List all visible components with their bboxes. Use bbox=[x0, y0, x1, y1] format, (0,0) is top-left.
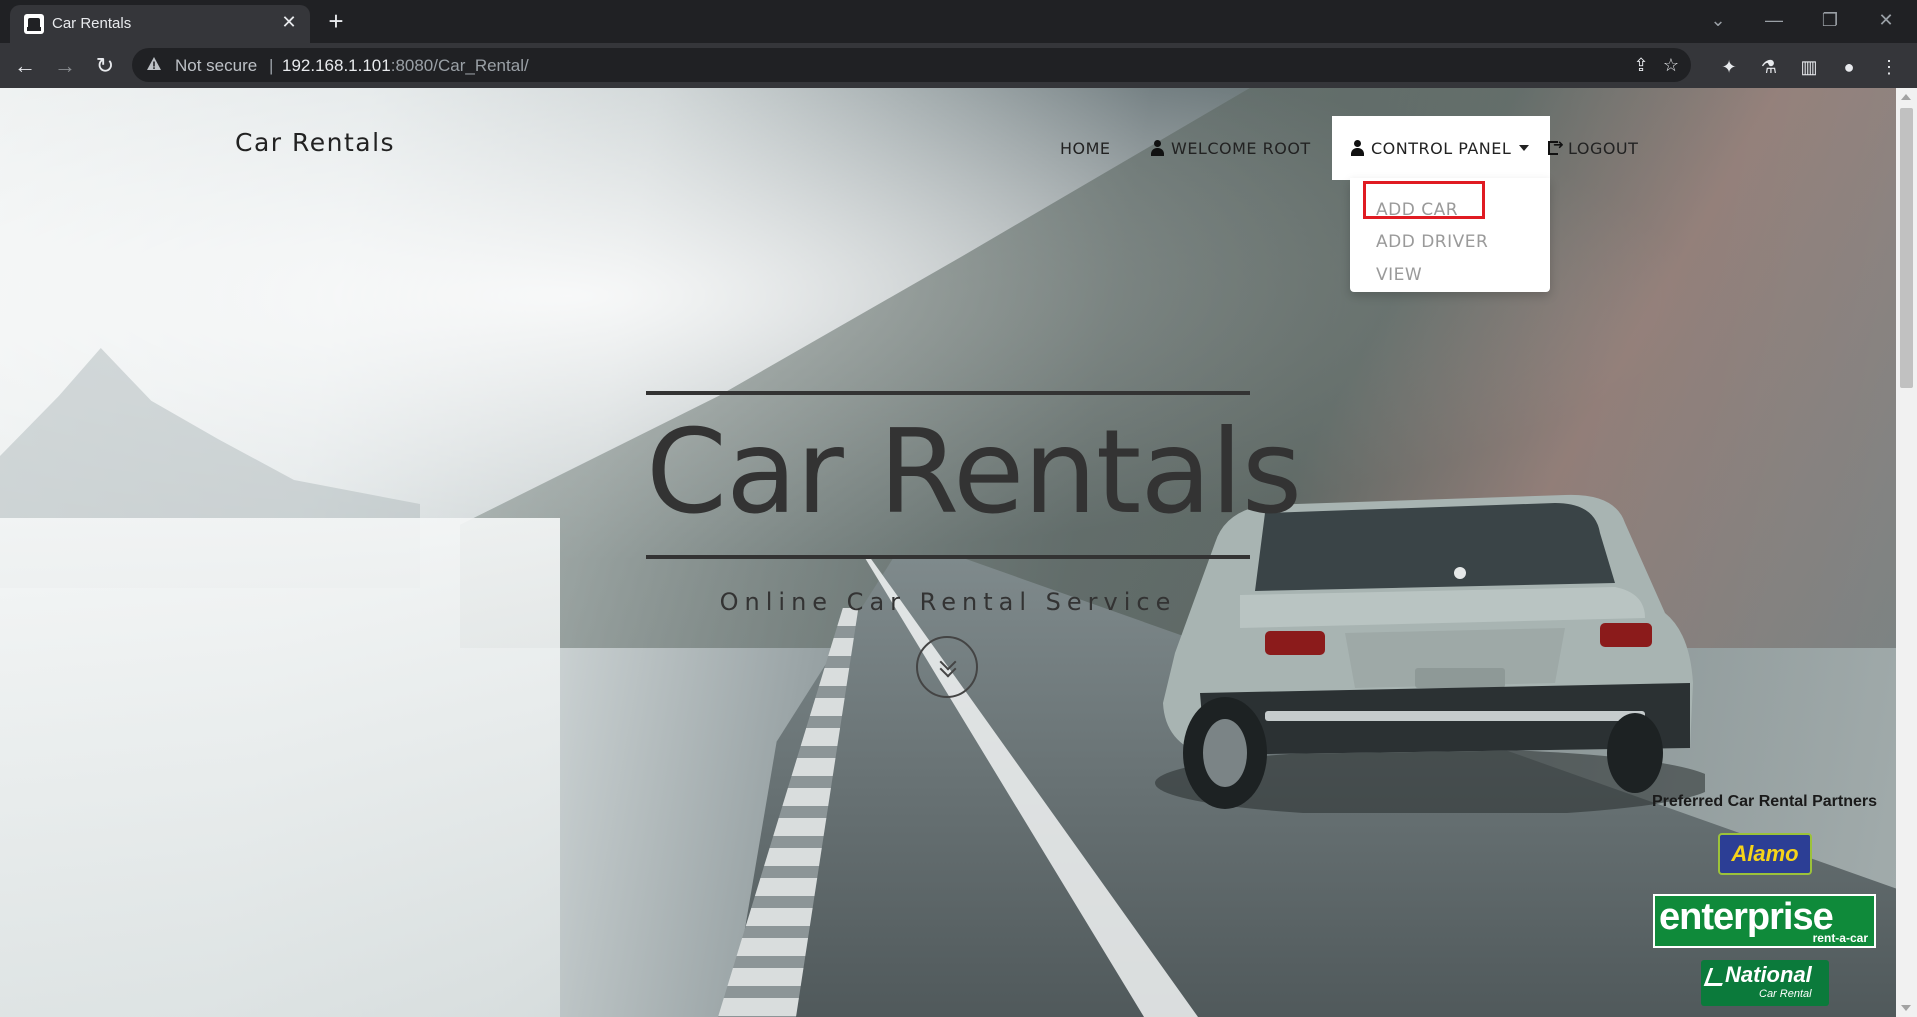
back-icon[interactable]: ← bbox=[10, 51, 40, 81]
profile-avatar-icon[interactable]: ● bbox=[1838, 56, 1860, 78]
tab-search-icon[interactable]: ⌄ bbox=[1698, 6, 1738, 34]
scrollbar-thumb[interactable] bbox=[1900, 108, 1913, 388]
scroll-up-arrow-icon[interactable] bbox=[1901, 94, 1911, 100]
hero-divider-bottom bbox=[646, 555, 1250, 559]
national-logo[interactable]: National Car Rental bbox=[1701, 960, 1829, 1006]
nav-home-link[interactable]: HOME bbox=[1060, 116, 1111, 180]
car-favicon-icon bbox=[24, 14, 44, 34]
window-close-icon[interactable]: ✕ bbox=[1866, 6, 1906, 34]
scroll-down-chevron-icon[interactable] bbox=[916, 636, 978, 698]
nav-home-label: HOME bbox=[1060, 138, 1111, 158]
nav-welcome-link[interactable]: WELCOME ROOT bbox=[1150, 116, 1311, 180]
address-bar[interactable]: Not secure | 192.168.1.101:8080/Car_Rent… bbox=[132, 48, 1691, 82]
user-icon bbox=[1350, 140, 1365, 156]
user-icon bbox=[1150, 140, 1165, 156]
scroll-down-arrow-icon[interactable] bbox=[1901, 1005, 1911, 1011]
national-logo-text: National bbox=[1725, 962, 1812, 987]
logout-icon bbox=[1548, 138, 1564, 155]
minimize-icon[interactable]: — bbox=[1754, 6, 1794, 34]
nav-logout-link[interactable]: LOGOUT bbox=[1548, 116, 1638, 180]
browser-tab-bar: Car Rentals ✕ + ⌄ — ❐ ✕ bbox=[0, 0, 1917, 43]
enterprise-logo-subtext: rent-a-car bbox=[1812, 931, 1868, 945]
enterprise-logo-text: enterprise bbox=[1659, 896, 1834, 938]
side-panel-icon[interactable]: ▥ bbox=[1798, 56, 1820, 78]
browser-tab[interactable]: Car Rentals ✕ bbox=[10, 5, 310, 43]
menu-item-add-driver[interactable]: ADD DRIVER bbox=[1376, 232, 1488, 252]
nav-welcome-label: WELCOME ROOT bbox=[1171, 138, 1311, 158]
reload-icon[interactable]: ↻ bbox=[90, 51, 120, 81]
separator: | bbox=[269, 56, 274, 75]
extensions-icon[interactable]: ✦ bbox=[1718, 56, 1740, 78]
enterprise-logo[interactable]: enterprise rent-a-car bbox=[1653, 894, 1876, 948]
url-path: :8080/Car_Rental/ bbox=[390, 56, 529, 75]
browser-toolbar: ← → ↻ Not secure | 192.168.1.101:8080/Ca… bbox=[0, 43, 1917, 88]
forward-icon[interactable]: → bbox=[50, 51, 80, 81]
caret-down-icon bbox=[1519, 145, 1530, 151]
hero-subtitle: Online Car Rental Service bbox=[719, 588, 1177, 616]
labs-flask-icon[interactable]: ⚗ bbox=[1758, 56, 1780, 78]
close-tab-icon[interactable]: ✕ bbox=[278, 11, 300, 33]
security-label[interactable]: Not secure bbox=[175, 56, 257, 76]
nav-control-panel-dropdown[interactable]: CONTROL PANEL bbox=[1332, 116, 1550, 180]
menu-item-view[interactable]: VIEW bbox=[1376, 265, 1422, 285]
tab-title: Car Rentals bbox=[52, 15, 132, 32]
background-lake bbox=[0, 518, 560, 1017]
url-host: 192.168.1.101 bbox=[282, 56, 391, 75]
partners-title: Preferred Car Rental Partners bbox=[1652, 793, 1877, 810]
highlight-annotation bbox=[1363, 181, 1485, 219]
nav-logout-label: LOGOUT bbox=[1568, 138, 1639, 158]
hero-divider-top bbox=[646, 391, 1250, 395]
restore-icon[interactable]: ❐ bbox=[1810, 6, 1850, 34]
alamo-logo[interactable]: Alamo bbox=[1718, 833, 1812, 875]
nav-control-panel-label: CONTROL PANEL bbox=[1371, 138, 1512, 158]
web-page: Car Rentals HOME WELCOME ROOT CONTROL PA… bbox=[0, 88, 1896, 1017]
national-logo-subtext: Car Rental bbox=[1759, 988, 1812, 1000]
new-tab-button[interactable]: + bbox=[322, 7, 350, 35]
bookmark-star-icon[interactable]: ☆ bbox=[1660, 54, 1682, 76]
hero-title: Car Rentals bbox=[646, 405, 1302, 540]
alamo-logo-text: Alamo bbox=[1731, 841, 1799, 866]
share-icon[interactable]: ⇪ bbox=[1630, 54, 1652, 76]
site-brand[interactable]: Car Rentals bbox=[235, 128, 395, 157]
warning-icon bbox=[147, 57, 161, 70]
menu-kebab-icon[interactable]: ⋮ bbox=[1878, 56, 1900, 78]
url-text[interactable]: 192.168.1.101:8080/Car_Rental/ bbox=[282, 56, 529, 76]
screen: Car Rentals ✕ + ⌄ — ❐ ✕ ← → ↻ Not secure… bbox=[0, 0, 1917, 1017]
page-scrollbar[interactable] bbox=[1896, 88, 1917, 1017]
